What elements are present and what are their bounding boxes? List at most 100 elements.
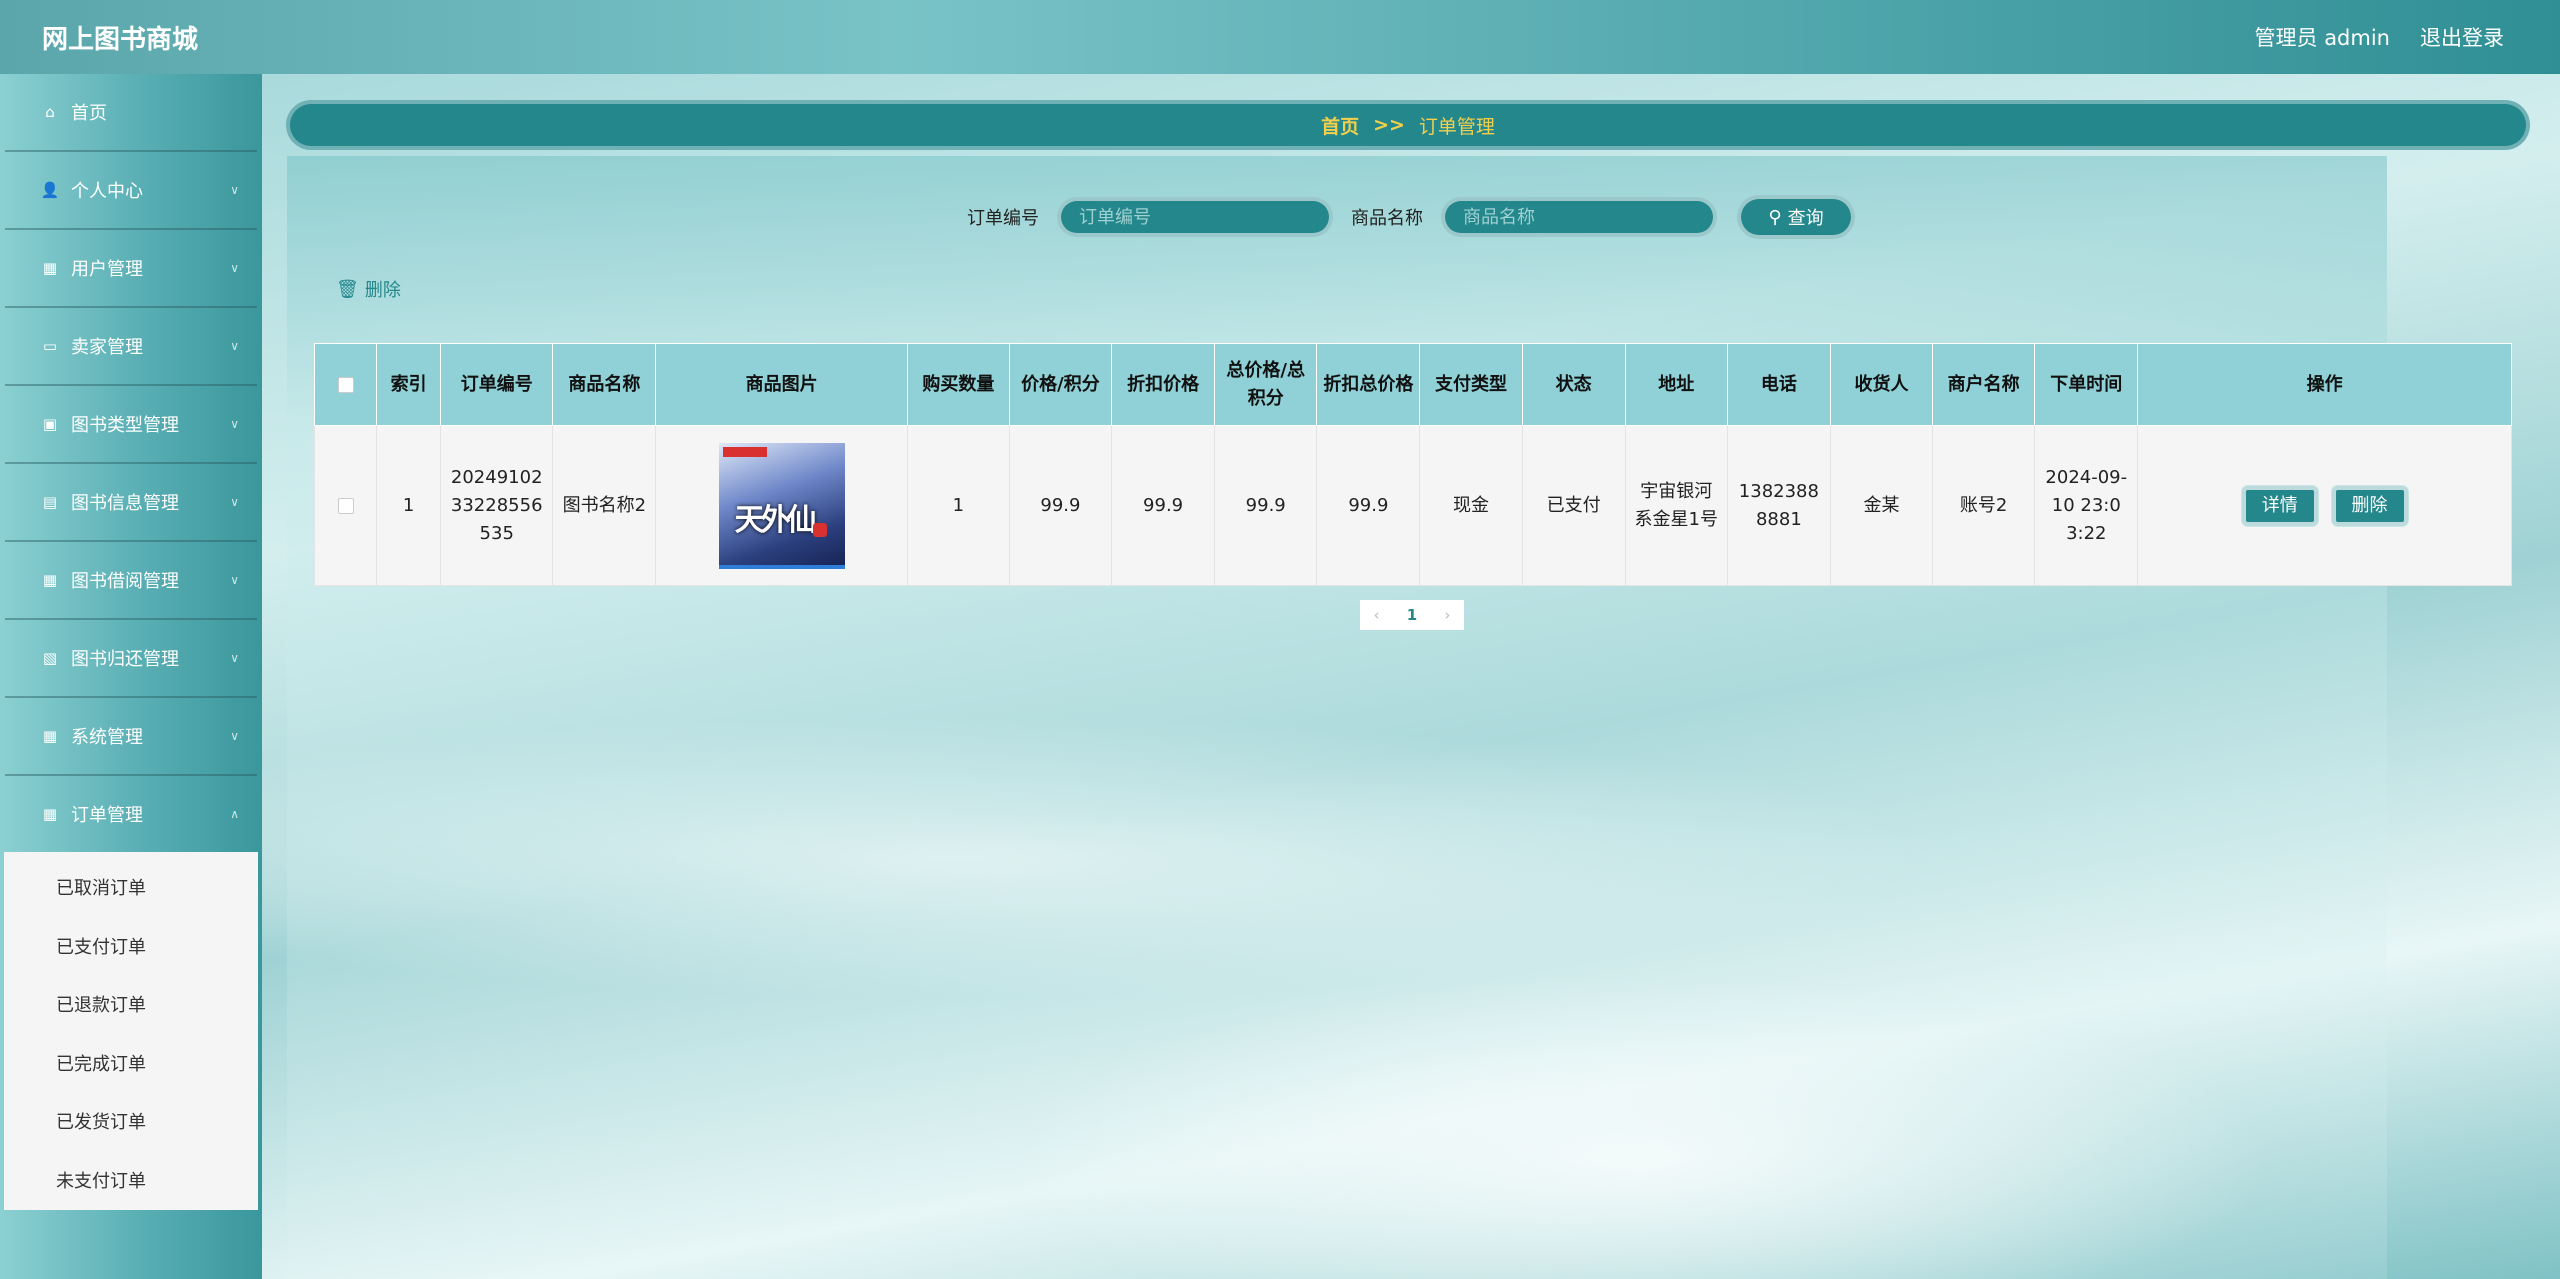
chevron-up-icon: ∧ <box>230 807 239 821</box>
cell-discount-total: 99.9 <box>1316 425 1421 586</box>
chevron-down-icon: ∨ <box>230 417 239 431</box>
cell-phone: 13823888881 <box>1726 425 1831 586</box>
prev-page-button[interactable]: ‹ <box>1374 606 1380 624</box>
delete-button[interactable]: 删除 <box>2331 485 2408 526</box>
sidebar-item-book-return-management[interactable]: ▧ 图书归还管理 ∨ <box>5 620 257 698</box>
cell-price: 99.9 <box>1008 425 1113 586</box>
detail-button[interactable]: 详情 <box>2241 485 2318 526</box>
sidebar-item-book-type-management[interactable]: ▣ 图书类型管理 ∨ <box>5 386 257 464</box>
cell-quantity: 1 <box>906 425 1010 586</box>
sidebar-item-label: 图书信息管理 <box>71 493 179 514</box>
col-header-pay-type: 支付类型 <box>1419 343 1523 426</box>
submenu-item-cancelled-orders[interactable]: 已取消订单 <box>4 858 258 917</box>
main-content: 首页 >> 订单管理 订单编号 商品名称 ⚲ 查询 🗑 删除 <box>262 74 2560 1279</box>
book-cover-title: 天外仙 <box>734 502 817 538</box>
cell-total: 99.9 <box>1214 425 1318 586</box>
submenu-item-shipped-orders[interactable]: 已发货订单 <box>4 1092 258 1151</box>
printer-icon: ▤ <box>42 493 58 511</box>
cell-order-time: 2024-09-10 23:03:22 <box>2034 425 2139 586</box>
cell-order-no: 2024910233228556535 <box>440 425 554 586</box>
page-number-current[interactable]: 1 <box>1407 606 1417 624</box>
sidebar-item-book-borrow-management[interactable]: ▦ 图书借阅管理 ∨ <box>5 542 257 620</box>
sidebar-item-book-info-management[interactable]: ▤ 图书信息管理 ∨ <box>5 464 257 542</box>
col-header-goods-image: 商品图片 <box>655 343 908 426</box>
sidebar-item-label: 图书归还管理 <box>71 649 179 670</box>
cell-receiver: 金某 <box>1829 425 1934 586</box>
publisher-logo <box>722 446 767 457</box>
chevron-down-icon: ∨ <box>230 495 239 509</box>
col-header-order-time: 下单时间 <box>2034 343 2139 426</box>
home-icon: ⌂ <box>45 103 55 121</box>
chevron-down-icon: ∨ <box>230 651 239 665</box>
submenu-item-refunded-orders[interactable]: 已退款订单 <box>4 975 258 1034</box>
sidebar-item-home[interactable]: ⌂ 首页 <box>5 74 257 152</box>
pagination: ‹ 1 › <box>1360 600 1464 630</box>
order-no-input[interactable] <box>1057 197 1333 237</box>
sidebar-item-label: 图书借阅管理 <box>71 571 179 592</box>
sidebar-item-order-management[interactable]: ▦ 订单管理 ∧ <box>5 776 257 854</box>
chevron-down-icon: ∨ <box>230 261 239 275</box>
col-header-status: 状态 <box>1521 343 1626 426</box>
book-cover-image: 天外仙 <box>718 442 845 569</box>
sidebar-item-user-management[interactable]: ▦ 用户管理 ∨ <box>5 230 257 308</box>
submenu-item-paid-orders[interactable]: 已支付订单 <box>4 917 258 976</box>
chevron-down-icon: ∨ <box>230 183 239 197</box>
batch-delete-button[interactable]: 🗑 删除 <box>336 276 401 302</box>
breadcrumb-current: 订单管理 <box>1418 115 1495 138</box>
table-row: 1 2024910233228556535 图书名称2 天外仙 1 99.9 9… <box>313 425 2512 586</box>
top-header: 网上图书商城 管理员 admin 退出登录 <box>0 0 2560 74</box>
breadcrumb: 首页 >> 订单管理 <box>286 100 2530 150</box>
breadcrumb-home[interactable]: 首页 <box>1321 112 1359 139</box>
row-select-cell <box>313 425 378 586</box>
chevron-down-icon: ∨ <box>230 339 239 353</box>
cell-goods-name: 图书名称2 <box>552 425 657 586</box>
col-header-address: 地址 <box>1624 343 1728 426</box>
grid-icon: ▦ <box>42 805 58 823</box>
orders-table: 索引 订单编号 商品名称 商品图片 购买数量 价格/积分 折扣价格 总价格/总积… <box>313 343 2512 586</box>
sidebar-item-personal-center[interactable]: 👤 个人中心 ∨ <box>5 152 257 230</box>
user-icon: 👤 <box>40 181 60 199</box>
submenu-item-unpaid-orders[interactable]: 未支付订单 <box>4 1151 258 1210</box>
cell-operations: 详情 删除 <box>2137 425 2512 586</box>
sidebar-item-system-management[interactable]: ▦ 系统管理 ∨ <box>5 698 257 776</box>
grid-icon: ▦ <box>42 259 58 277</box>
admin-user-label: 管理员 admin <box>2254 26 2390 50</box>
next-page-button[interactable]: › <box>1444 606 1450 624</box>
sidebar-item-label: 卖家管理 <box>71 337 143 358</box>
clipboard-icon: ▧ <box>42 649 58 667</box>
col-header-order-no: 订单编号 <box>440 343 554 426</box>
cell-address: 宇宙银河系金星1号 <box>1624 425 1728 586</box>
ticket-icon: ▭ <box>42 337 58 355</box>
sidebar-item-label: 系统管理 <box>71 727 143 748</box>
cell-status: 已支付 <box>1521 425 1626 586</box>
search-button[interactable]: ⚲ 查询 <box>1737 195 1855 239</box>
col-header-operations: 操作 <box>2137 343 2512 426</box>
search-button-label: 查询 <box>1787 208 1824 229</box>
submenu-item-completed-orders[interactable]: 已完成订单 <box>4 1034 258 1093</box>
chevron-down-icon: ∨ <box>230 573 239 587</box>
select-all-checkbox[interactable] <box>337 376 354 393</box>
sidebar-item-label: 订单管理 <box>71 805 143 826</box>
row-checkbox[interactable] <box>337 497 354 514</box>
order-no-label: 订单编号 <box>967 208 1039 229</box>
cover-seal <box>812 522 827 537</box>
sidebar-item-label: 图书类型管理 <box>71 415 179 436</box>
breadcrumb-separator: >> <box>1373 114 1405 136</box>
grid-icon: ▦ <box>42 571 58 589</box>
col-header-receiver: 收货人 <box>1829 343 1934 426</box>
col-header-goods-name: 商品名称 <box>552 343 657 426</box>
table-header-row: 索引 订单编号 商品名称 商品图片 购买数量 价格/积分 折扣价格 总价格/总积… <box>313 343 2512 426</box>
trash-icon: 🗑 <box>336 278 359 300</box>
col-header-merchant: 商户名称 <box>1932 343 2036 426</box>
search-bar: 订单编号 商品名称 ⚲ 查询 <box>262 192 2560 242</box>
batch-delete-label: 删除 <box>364 280 401 301</box>
logout-link[interactable]: 退出登录 <box>2420 22 2504 52</box>
goods-name-input[interactable] <box>1441 197 1717 237</box>
order-submenu: 已取消订单 已支付订单 已退款订单 已完成订单 已发货订单 未支付订单 <box>4 852 258 1210</box>
sidebar-item-label: 首页 <box>71 103 107 124</box>
sidebar-item-seller-management[interactable]: ▭ 卖家管理 ∨ <box>5 308 257 386</box>
col-header-price: 价格/积分 <box>1008 343 1113 426</box>
grid-icon: ▦ <box>42 727 58 745</box>
cell-goods-image: 天外仙 <box>655 425 908 586</box>
goods-name-label: 商品名称 <box>1351 208 1423 229</box>
